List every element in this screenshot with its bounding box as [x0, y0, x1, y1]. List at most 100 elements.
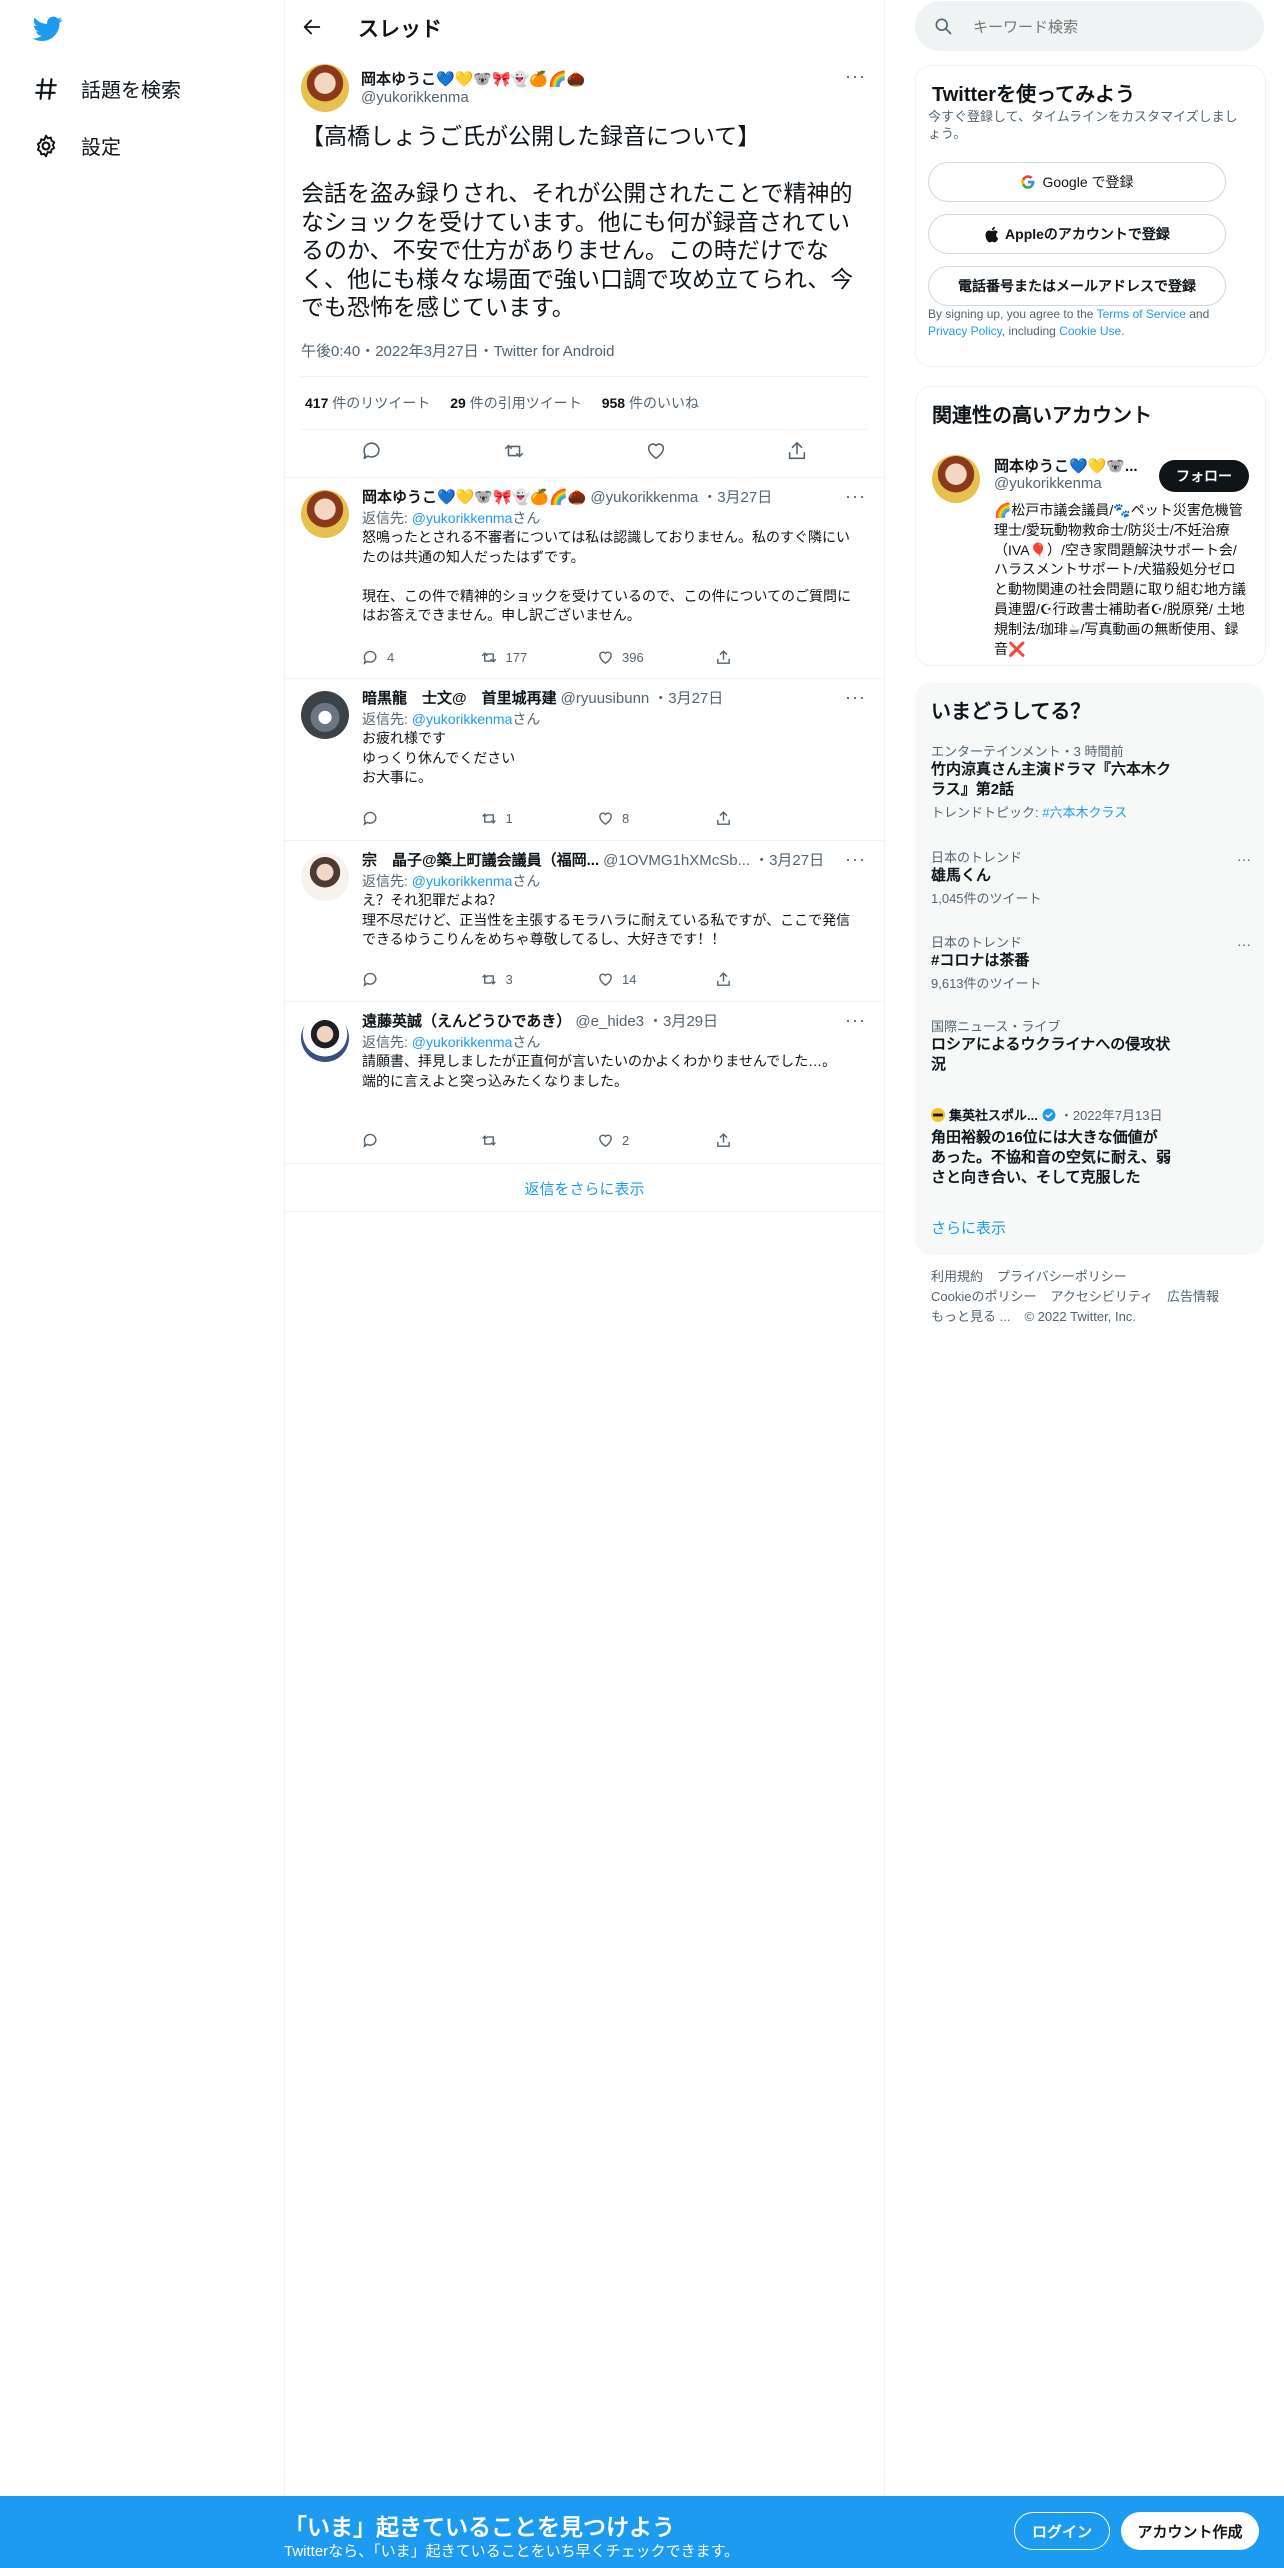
reply-to-line: 返信先: @yukorikkenmaさん	[362, 510, 541, 526]
reply-author-name[interactable]: 暗黒龍 士文@ 首里城再建	[362, 687, 557, 708]
search-box[interactable]	[915, 1, 1264, 51]
more-options-icon[interactable]: ···	[845, 849, 866, 870]
google-signup-label: Google で登録	[1042, 174, 1134, 190]
mention-link[interactable]: @yukorikkenma	[412, 711, 513, 727]
reply-author-handle[interactable]: @e_hide3	[575, 1013, 644, 1030]
trend-item[interactable]: 日本のトレンド 雄馬くん 1,045件のツイート ···	[931, 847, 1251, 907]
divider	[301, 429, 868, 430]
trend-item[interactable]: 日本のトレンド #コロナは茶番 9,613件のツイート ···	[931, 932, 1251, 992]
privacy-link[interactable]: Privacy Policy	[928, 324, 1002, 338]
trend-topic-link[interactable]: #六本木クラス	[1042, 805, 1127, 820]
more-options-icon[interactable]: ···	[845, 66, 866, 87]
search-input[interactable]	[971, 13, 1245, 41]
google-signup-button[interactable]: Google で登録	[928, 162, 1226, 202]
like-button[interactable]: 14	[597, 971, 715, 988]
footer-link[interactable]: アクセシビリティ	[1050, 1289, 1153, 1304]
reply-author-handle[interactable]: @yukorikkenma	[590, 489, 698, 506]
related-account[interactable]: 岡本ゆうこ💙💛🐨... @yukorikkenma フォロー 🌈松戸市議会議員/…	[916, 445, 1265, 660]
phone-email-signup-button[interactable]: 電話番号またはメールアドレスで登録	[928, 266, 1226, 306]
reply-date[interactable]: ・3月27日	[653, 687, 723, 708]
reply-text: え？それ犯罪だよね？ 理不尽だけど、正当性を主張するモラハラに耐えている私ですが…	[362, 892, 851, 947]
back-arrow-icon[interactable]	[301, 16, 323, 38]
quote-stat[interactable]: 29 件の引用ツイート	[450, 393, 581, 413]
reply-button[interactable]	[362, 971, 480, 988]
more-options-icon[interactable]: ···	[1237, 936, 1251, 952]
trend-item[interactable]: エンターテインメント・3 時間前 竹内涼真さん主演ドラマ『六本木クラス』第2話 …	[931, 741, 1251, 821]
share-button[interactable]	[715, 810, 833, 827]
like-button[interactable]	[645, 440, 667, 462]
reply-author-name[interactable]: 遠藤英誠（えんどうひであき）	[362, 1010, 571, 1031]
trend-name: 角田裕毅の16位には大きな価値があった。不協和音の空気に耐え、弱さと向き合い、そ…	[931, 1129, 1172, 1186]
reply-button[interactable]	[362, 810, 480, 827]
footer-link[interactable]: 広告情報	[1167, 1289, 1219, 1304]
reply-date[interactable]: ・3月27日	[754, 849, 824, 870]
retweet-button[interactable]: 1	[480, 810, 598, 827]
footer-link[interactable]: Cookieのポリシー	[931, 1289, 1036, 1304]
retweet-stat[interactable]: 417 件のリツイート	[305, 393, 430, 413]
show-more-replies-link[interactable]: 返信をさらに表示	[285, 1178, 884, 1199]
reply-button[interactable]	[361, 440, 383, 462]
reply-button[interactable]: 4	[362, 649, 480, 666]
reply-button[interactable]	[362, 1132, 480, 1149]
author-name[interactable]: 岡本ゆうこ💙💛🐨🎀👻🍊🌈🌰	[361, 68, 585, 89]
reply-header: 暗黒龍 士文@ 首里城再建 @ryuusibunn ・3月27日	[362, 687, 842, 708]
more-options-icon[interactable]: ···	[845, 1010, 866, 1031]
footer-link[interactable]: プライバシーポリシー	[997, 1269, 1127, 1284]
reply-tweet[interactable]: 岡本ゆうこ💙💛🐨🎀👻🍊🌈🌰 @yukorikkenma ・3月27日 ··· 返…	[285, 478, 884, 678]
reply-author-handle[interactable]: @1OVMG1hXMcSb...	[603, 852, 750, 869]
create-account-button[interactable]: アカウント作成	[1121, 2512, 1259, 2550]
retweet-button[interactable]: 3	[480, 971, 598, 988]
trend-item[interactable]: 国際ニュース・ライブ ロシアによるウクライナへの侵攻状況	[931, 1016, 1251, 1075]
related-account-name[interactable]: 岡本ゆうこ💙💛🐨...	[994, 455, 1144, 476]
mention-link[interactable]: @yukorikkenma	[412, 873, 513, 889]
more-options-icon[interactable]: ···	[845, 486, 866, 507]
more-options-icon[interactable]: ···	[1237, 851, 1251, 867]
related-account-handle[interactable]: @yukorikkenma	[994, 475, 1102, 492]
avatar[interactable]	[301, 691, 349, 739]
mention-link[interactable]: @yukorikkenma	[412, 1034, 513, 1050]
trend-name: ロシアによるウクライナへの侵攻状況	[931, 1036, 1171, 1073]
nav-settings[interactable]: 設定	[33, 131, 121, 160]
avatar[interactable]	[932, 455, 980, 503]
reply-actions: 3 14	[362, 971, 832, 988]
share-button[interactable]	[786, 440, 808, 462]
trends-show-more-link[interactable]: さらに表示	[931, 1217, 1006, 1238]
nav-explore[interactable]: 話題を検索	[33, 74, 181, 103]
tweet-timestamp[interactable]: 午後0:40・2022年3月27日・Twitter for Android	[301, 340, 614, 361]
reply-date[interactable]: ・3月27日	[702, 486, 772, 507]
avatar[interactable]	[301, 490, 349, 538]
like-stat[interactable]: 958 件のいいね	[602, 393, 699, 413]
reply-date[interactable]: ・3月29日	[648, 1010, 718, 1031]
reply-tweet[interactable]: 暗黒龍 士文@ 首里城再建 @ryuusibunn ・3月27日 ··· 返信先…	[285, 679, 884, 840]
more-options-icon[interactable]: ···	[845, 687, 866, 708]
follow-button[interactable]: フォロー	[1159, 460, 1249, 492]
apple-signup-button[interactable]: Appleのアカウントで登録	[928, 214, 1226, 254]
retweet-button[interactable]	[480, 1132, 598, 1149]
share-button[interactable]	[715, 649, 833, 666]
terms-link[interactable]: Terms of Service	[1097, 307, 1186, 321]
share-button[interactable]	[715, 1132, 833, 1149]
avatar[interactable]	[301, 853, 349, 901]
reply-author-handle[interactable]: @ryuusibunn	[561, 690, 650, 707]
reply-tweet[interactable]: 遠藤英誠（えんどうひであき） @e_hide3 ・3月29日 ··· 返信先: …	[285, 1002, 884, 1163]
like-button[interactable]: 8	[597, 810, 715, 827]
avatar[interactable]	[301, 64, 349, 112]
footer-link[interactable]: もっと見る ...	[931, 1309, 1010, 1324]
reply-tweet[interactable]: 宗 晶子@築上町議会議員（福岡... @1OVMG1hXMcSb... ・3月2…	[285, 841, 884, 1001]
mention-link[interactable]: @yukorikkenma	[412, 510, 513, 526]
share-button[interactable]	[715, 971, 833, 988]
avatar[interactable]	[301, 1014, 349, 1062]
footer-link[interactable]: 利用規約	[931, 1269, 983, 1284]
retweet-button[interactable]	[502, 440, 526, 462]
verified-badge-icon	[1042, 1108, 1056, 1122]
reply-author-name[interactable]: 宗 晶子@築上町議会議員（福岡...	[362, 849, 599, 870]
login-button[interactable]: ログイン	[1014, 2512, 1110, 2550]
twitter-logo-icon[interactable]	[32, 16, 63, 47]
author-handle[interactable]: @yukorikkenma	[361, 89, 469, 106]
cookie-link[interactable]: Cookie Use	[1059, 324, 1121, 338]
reply-author-name[interactable]: 岡本ゆうこ💙💛🐨🎀👻🍊🌈🌰	[362, 486, 586, 507]
retweet-button[interactable]: 177	[480, 649, 598, 666]
like-button[interactable]: 2	[597, 1132, 715, 1149]
like-button[interactable]: 396	[597, 649, 715, 666]
trend-item[interactable]: 集英社スポル... ・2022年7月13日 角田裕毅の16位には大きな価値があっ…	[931, 1105, 1251, 1188]
